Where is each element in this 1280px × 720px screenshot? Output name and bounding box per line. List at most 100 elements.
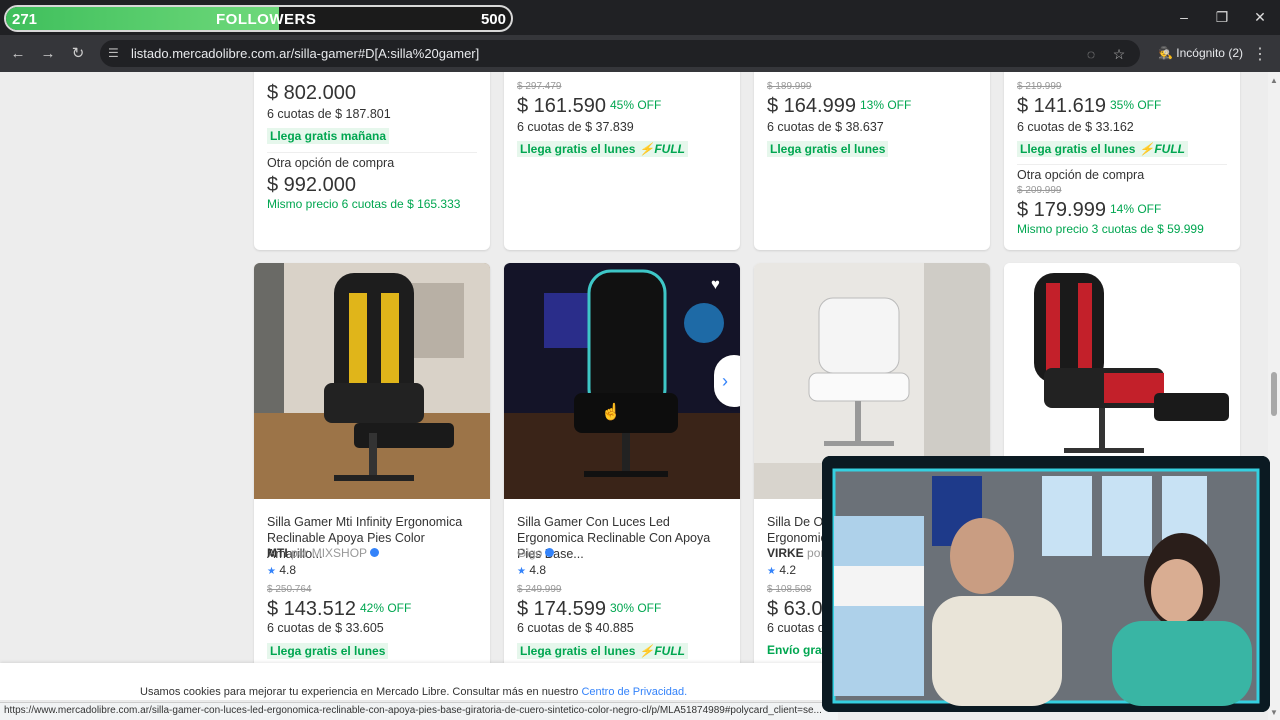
old-price: $ 189.999: [767, 81, 812, 92]
shipping-text: Envío grati: [767, 643, 830, 657]
other-option-label: Otra opción de compra: [1017, 168, 1145, 182]
shipping-text: Llega gratis el lunes: [520, 644, 636, 658]
heart-icon[interactable]: ♥: [711, 276, 720, 293]
divider: [267, 152, 477, 153]
rating-value: 4.2: [779, 563, 796, 577]
chevron-right-icon[interactable]: ›: [714, 355, 740, 407]
installments: 6 cuotas de $ 37.839: [517, 120, 634, 134]
price: $ 143.512 42% OFF: [267, 598, 411, 621]
forward-icon[interactable]: →: [38, 44, 58, 64]
shipping-text: Llega gratis el lunes: [520, 142, 636, 156]
seller: Gigo: [517, 546, 555, 560]
seller: VIRKE por: [767, 546, 824, 560]
status-url: https://www.mercadolibre.com.ar/silla-ga…: [4, 705, 822, 716]
webcam-feed: [822, 456, 1270, 712]
other-old-price: $ 209.999: [1017, 185, 1062, 196]
other-price: $ 179.999 14% OFF: [1017, 199, 1161, 222]
close-icon[interactable]: ✕: [1249, 8, 1271, 26]
seller-name: Gigo: [517, 546, 543, 560]
product-card[interactable]: $ 297.479 $ 161.590 45% OFF 6 cuotas de $…: [504, 72, 740, 250]
rating: ★ 4.8: [267, 563, 296, 577]
shipping-badge: Llega gratis el lunes: [267, 643, 389, 659]
status-bar: https://www.mercadolibre.com.ar/silla-ga…: [0, 702, 838, 720]
shipping-badge: Llega gratis el lunes ⚡FULL: [517, 141, 688, 157]
shipping-badge: Llega gratis el lunes ⚡FULL: [517, 643, 688, 659]
installments: 6 cuotas de $ 38.637: [767, 120, 884, 134]
verified-icon: [370, 548, 380, 557]
price-value: $ 164.999: [767, 95, 856, 117]
star-icon[interactable]: ☆: [1110, 45, 1128, 63]
product-image-led-chair[interactable]: [504, 263, 740, 499]
product-image-yellow-chair[interactable]: [254, 263, 490, 499]
incognito-badge[interactable]: 🕵 Incógnito (2): [1150, 41, 1251, 66]
site-settings-icon[interactable]: ☰: [108, 46, 122, 60]
star-icon: ★: [517, 566, 526, 577]
scroll-down-icon[interactable]: ▼: [1270, 708, 1278, 717]
followers-goal: 500: [480, 11, 506, 28]
discount: 35% OFF: [1109, 98, 1162, 112]
divider: [1017, 164, 1227, 165]
product-card[interactable]: $ 802.000 6 cuotas de $ 187.801 Llega gr…: [254, 72, 490, 250]
scroll-thumb[interactable]: [1271, 372, 1277, 416]
star-icon: ★: [767, 566, 776, 577]
rating: ★ 4.8: [517, 563, 546, 577]
brand: MTI: [267, 546, 288, 560]
installments: 6 cuotas de $ 33.162: [1017, 120, 1134, 134]
price: $ 174.599 30% OFF: [517, 598, 661, 621]
price: $ 141.619 35% OFF: [1017, 95, 1161, 118]
other-price-value: $ 179.999: [1017, 199, 1106, 221]
shipping-badge: Llega gratis el lunes ⚡FULL: [1017, 141, 1188, 157]
same-price-note: Mismo precio 3 cuotas de $ 59.999: [1017, 222, 1204, 236]
price: $ 164.999 13% OFF: [767, 95, 911, 118]
other-option-label: Otra opción de compra: [267, 156, 395, 170]
hand-cursor-icon: ☝: [601, 404, 621, 421]
shipping-badge: Llega gratis mañana: [267, 128, 390, 144]
price-value: $ 174.599: [517, 598, 606, 620]
price-value: $ 141.619: [1017, 95, 1106, 117]
followers-label: FOLLOWERS: [216, 11, 317, 28]
eye-off-icon[interactable]: ◌: [1082, 45, 1100, 63]
scroll-up-icon[interactable]: ▲: [1270, 76, 1278, 85]
rating-value: 4.8: [529, 563, 546, 577]
cookie-message: Usamos cookies para mejorar tu experienc…: [140, 686, 582, 698]
minimize-icon[interactable]: –: [1173, 8, 1195, 26]
rating: ★ 4.2: [767, 563, 796, 577]
webcam-overlay: [822, 456, 1270, 712]
price: $ 161.590 45% OFF: [517, 95, 661, 118]
followers-current: 271: [12, 11, 38, 28]
product-card[interactable]: ♥ › Silla Gamer Con Luces Led Ergonomica…: [504, 263, 740, 683]
browser-toolbar: ← → ↻ ☰ listado.mercadolibre.com.ar/sill…: [0, 35, 1280, 72]
verified-icon: [545, 548, 555, 557]
menu-icon[interactable]: ⋮: [1252, 44, 1268, 64]
back-icon[interactable]: ←: [8, 44, 28, 64]
price: $ 802.000: [267, 82, 356, 104]
price-value: $ 143.512: [267, 598, 356, 620]
followers-goal-overlay: 271 FOLLOWERS 500: [4, 5, 513, 32]
product-card[interactable]: Silla Gamer Mti Infinity Ergonomica Recl…: [254, 263, 490, 683]
other-discount: 14% OFF: [1109, 202, 1162, 216]
full-badge: ⚡FULL: [639, 142, 685, 156]
old-price: $ 250.764: [267, 584, 312, 595]
address-bar[interactable]: ☰ listado.mercadolibre.com.ar/silla-game…: [100, 40, 1140, 67]
old-price: $ 249.999: [517, 584, 562, 595]
seller: MTI por MIXSHOP: [267, 546, 380, 560]
restore-icon[interactable]: ❐: [1211, 8, 1233, 26]
privacy-link[interactable]: Centro de Privacidad.: [581, 686, 687, 698]
reload-icon[interactable]: ↻: [68, 44, 88, 64]
installments: 6 cuotas d: [767, 621, 825, 635]
same-price-note: Mismo precio 6 cuotas de $ 165.333: [267, 197, 461, 211]
shipping-badge: Llega gratis el lunes: [767, 141, 889, 157]
installments: 6 cuotas de $ 33.605: [267, 621, 384, 635]
shipping-text: Llega gratis el lunes: [1020, 142, 1136, 156]
rating-value: 4.8: [279, 563, 296, 577]
product-card[interactable]: $ 219.999 $ 141.619 35% OFF 6 cuotas de $…: [1004, 72, 1240, 250]
discount: 45% OFF: [609, 98, 662, 112]
product-card[interactable]: $ 189.999 $ 164.999 13% OFF 6 cuotas de $…: [754, 72, 990, 250]
installments: 6 cuotas de $ 40.885: [517, 621, 634, 635]
url-text[interactable]: listado.mercadolibre.com.ar/silla-gamer#…: [131, 46, 479, 61]
discount: 42% OFF: [359, 601, 412, 615]
old-price: $ 108.508: [767, 584, 812, 595]
browser-title-bar: 271 FOLLOWERS 500 – ❐ ✕: [0, 0, 1280, 35]
cookie-text: Usamos cookies para mejorar tu experienc…: [140, 686, 687, 698]
full-badge: ⚡FULL: [1139, 142, 1185, 156]
